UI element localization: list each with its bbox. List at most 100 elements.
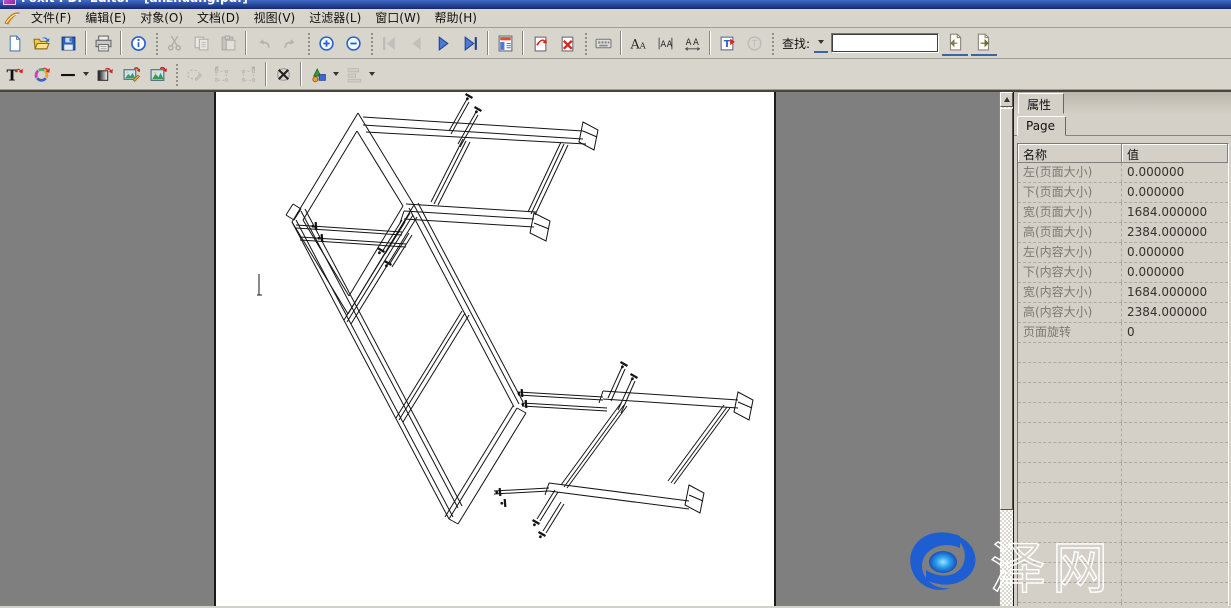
property-value-empty	[1122, 563, 1228, 582]
delete-page-button[interactable]	[554, 30, 581, 56]
properties-table-header: 名称 值	[1018, 144, 1228, 163]
menu-item-2[interactable]: 对象(O)	[133, 8, 190, 28]
align-dropdown-caret[interactable]	[366, 63, 377, 85]
open-folder-button[interactable]	[28, 30, 55, 56]
property-value[interactable]: 1684.000000	[1122, 283, 1228, 302]
copy-button[interactable]	[188, 30, 215, 56]
menu-item-7[interactable]: 帮助(H)	[428, 8, 484, 28]
prev-page-button[interactable]	[403, 30, 430, 56]
property-row: 高(页面大小)2384.000000	[1018, 223, 1228, 243]
property-value[interactable]: 0.000000	[1122, 163, 1228, 182]
undo-button[interactable]	[250, 30, 277, 56]
property-value[interactable]: 1684.000000	[1122, 203, 1228, 222]
find-dropdown-caret[interactable]	[814, 33, 828, 53]
property-value[interactable]: 0.000000	[1122, 243, 1228, 262]
paste-button[interactable]	[215, 30, 242, 56]
edit-color-icon	[33, 66, 50, 83]
svg-text:A: A	[639, 41, 647, 51]
toolbar-separator	[300, 62, 302, 86]
insert-page-button[interactable]	[527, 30, 554, 56]
align-button[interactable]	[341, 61, 368, 87]
font-size-button[interactable]: AA	[625, 30, 652, 56]
new-document-button[interactable]	[1, 30, 28, 56]
char-scale-button[interactable]: AA	[679, 30, 706, 56]
edit-text-button[interactable]: T	[1, 61, 28, 87]
edit-image-button[interactable]	[118, 61, 145, 87]
property-value[interactable]: 0.000000	[1122, 183, 1228, 202]
transform-right-button[interactable]	[235, 61, 262, 87]
save-button[interactable]	[55, 30, 82, 56]
info-icon	[130, 35, 147, 52]
find-previous-button[interactable]	[942, 30, 968, 56]
toolbar-gripper[interactable]	[770, 31, 775, 55]
property-name-empty	[1018, 523, 1122, 542]
first-page-button[interactable]	[376, 30, 403, 56]
property-value[interactable]: 0	[1122, 323, 1228, 342]
scroll-up-button[interactable]	[1000, 92, 1013, 107]
lasso-button[interactable]	[181, 61, 208, 87]
property-name: 下(页面大小)	[1018, 183, 1122, 202]
property-row-empty	[1018, 383, 1228, 403]
last-page-button[interactable]	[457, 30, 484, 56]
replace-image-button[interactable]	[145, 61, 172, 87]
property-row: 宽(页面大小)1684.000000	[1018, 203, 1228, 223]
pdf-page-canvas[interactable]	[214, 92, 776, 606]
cut-icon	[166, 35, 183, 52]
property-value-empty	[1122, 503, 1228, 522]
delete-object-button[interactable]	[270, 61, 297, 87]
toolbar-gripper[interactable]	[306, 31, 311, 55]
menu-item-0[interactable]: 文件(F)	[24, 8, 78, 28]
cut-button[interactable]	[161, 30, 188, 56]
char-spacing-button[interactable]: AA	[652, 30, 679, 56]
menu-item-6[interactable]: 窗口(W)	[368, 8, 427, 28]
prev-page-icon	[408, 35, 425, 52]
line-style-icon	[60, 66, 77, 83]
transform-left-button[interactable]	[208, 61, 235, 87]
property-row-empty	[1018, 563, 1228, 583]
property-row-empty	[1018, 503, 1228, 523]
vertical-scrollbar[interactable]	[999, 92, 1013, 606]
properties-panel: 属性 Page 名称 值 左(页面大小)0.000000下(页面大小)0.000…	[1013, 92, 1231, 606]
tab-page[interactable]: Page	[1017, 116, 1066, 136]
redo-button[interactable]	[277, 30, 304, 56]
menu-item-5[interactable]: 过滤器(L)	[302, 8, 368, 28]
info-button[interactable]	[125, 30, 152, 56]
find-next-button[interactable]	[971, 30, 997, 56]
column-header-name[interactable]: 名称	[1018, 144, 1122, 163]
toolbar-gripper[interactable]	[583, 31, 588, 55]
menu-item-4[interactable]: 视图(V)	[247, 8, 303, 28]
toolbar-gripper[interactable]	[174, 62, 179, 86]
menu-item-1[interactable]: 编辑(E)	[78, 8, 133, 28]
next-page-button[interactable]	[430, 30, 457, 56]
find-input[interactable]	[831, 33, 939, 53]
menu-item-3[interactable]: 文档(D)	[190, 8, 247, 28]
svg-text:A: A	[686, 38, 692, 48]
char-spacing-icon: AA	[657, 35, 674, 52]
column-header-value[interactable]: 值	[1122, 144, 1228, 163]
toolbar-gripper[interactable]	[154, 31, 159, 55]
zoom-in-button[interactable]	[313, 30, 340, 56]
property-value[interactable]: 2384.000000	[1122, 223, 1228, 242]
property-value[interactable]: 2384.000000	[1122, 303, 1228, 322]
scrollbar-thumb[interactable]	[1000, 108, 1013, 510]
panel-title-tab[interactable]: 属性	[1018, 93, 1064, 114]
shapes-dropdown-caret[interactable]	[330, 63, 341, 85]
line-style-dropdown-caret[interactable]	[80, 63, 91, 85]
replace-image-icon	[150, 66, 167, 83]
property-value-empty	[1122, 583, 1228, 602]
shapes-button[interactable]	[305, 61, 332, 87]
line-style-button[interactable]	[55, 61, 82, 87]
keyboard-icon	[595, 35, 612, 52]
fill-style-button[interactable]	[91, 61, 118, 87]
insert-text-button[interactable]: T	[714, 30, 741, 56]
keyboard-button[interactable]	[590, 30, 617, 56]
edit-color-button[interactable]	[28, 61, 55, 87]
text-circle-button[interactable]: T	[741, 30, 768, 56]
page-setup-button[interactable]	[492, 30, 519, 56]
property-value[interactable]: 0.000000	[1122, 263, 1228, 282]
print-button[interactable]	[90, 30, 117, 56]
zoom-out-button[interactable]	[340, 30, 367, 56]
page-setup-icon	[497, 35, 514, 52]
last-page-icon	[462, 35, 479, 52]
toolbar-gripper[interactable]	[369, 31, 374, 55]
